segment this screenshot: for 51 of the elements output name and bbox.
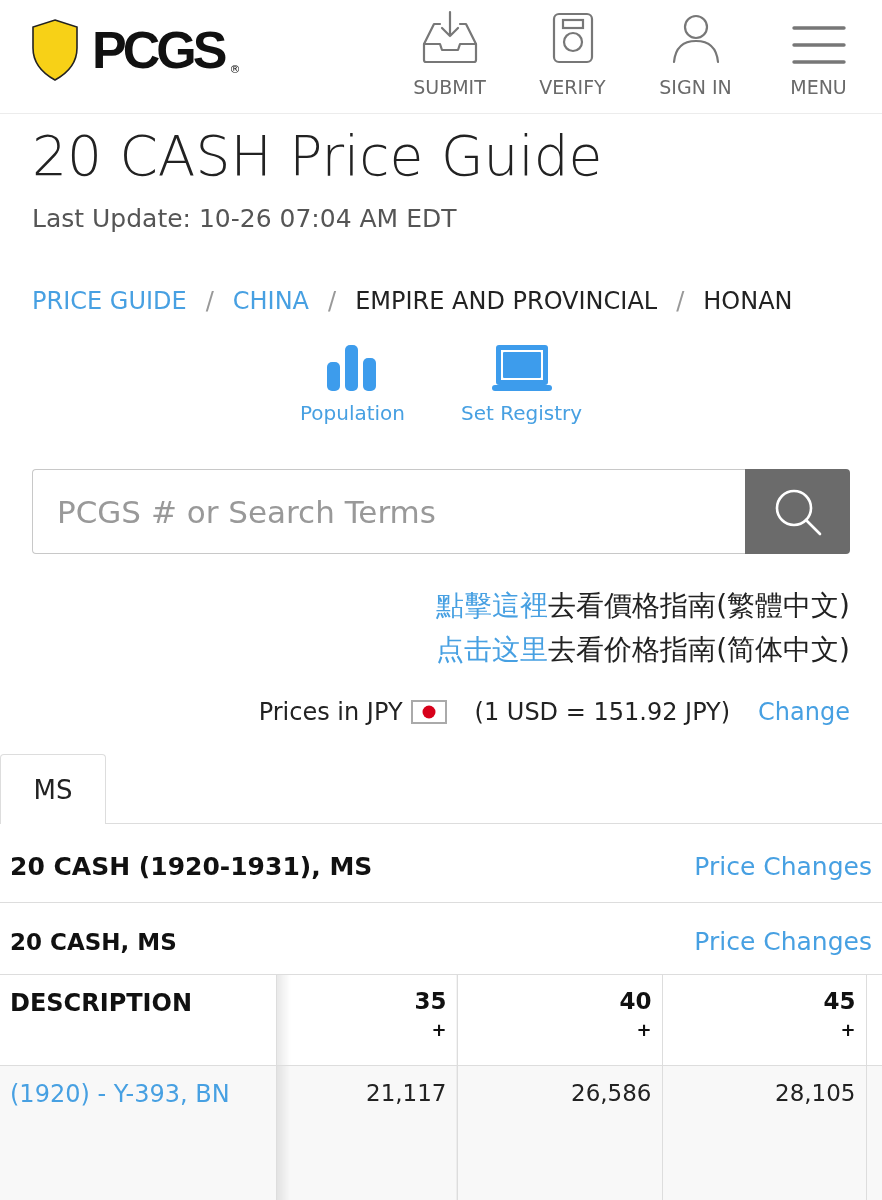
person-icon [671, 14, 720, 64]
nav-button[interactable]: SUBMIT [388, 0, 511, 104]
laptop-icon [491, 345, 552, 391]
nav-button[interactable]: VERIFY [511, 0, 634, 104]
header-cell: DESCRIPTION [0, 975, 276, 1065]
language-note: 點擊這裡去看價格指南(繁體中文) [436, 588, 850, 624]
quick-link[interactable]: Population [299, 345, 405, 425]
subgroup-title: 20 CASH, MS [10, 928, 177, 955]
inbox-icon [421, 10, 478, 64]
registered-mark: ® [229, 63, 241, 76]
table-cell: 21,117 [276, 1065, 457, 1200]
breadcrumb-separator: / [205, 287, 214, 315]
breadcrumb-item: HONAN [703, 287, 793, 315]
table-cell: 26,586 [457, 1065, 662, 1200]
quick-link[interactable]: Set Registry [461, 345, 583, 425]
currency-label: Prices in JPY [258, 698, 403, 726]
nav-button[interactable]: MENU [757, 0, 880, 104]
search-icon [773, 487, 822, 536]
language-link[interactable]: 點擊這裡 [436, 589, 549, 622]
exchange-rate: (1 USD = 151.92 JPY) [474, 698, 731, 726]
plus-label: + [839, 1018, 856, 1042]
plus-label: + [430, 1018, 447, 1042]
bar-chart-icon [327, 345, 378, 391]
tab[interactable]: MS [0, 754, 106, 824]
breadcrumb-separator: / [328, 287, 337, 315]
device-icon [551, 12, 594, 64]
price-changes-link[interactable]: Price Changes [694, 927, 872, 956]
last-update-text: Last Update: 10-26 07:04 AM EDT [32, 204, 458, 233]
flag-icon [410, 700, 447, 724]
grade-label: 45 [822, 987, 856, 1015]
price-changes-link[interactable]: Price Changes [694, 851, 872, 881]
change-link[interactable]: Change [758, 698, 850, 726]
breadcrumb-item: EMPIRE AND PROVINCIAL [355, 287, 658, 315]
search-field[interactable]: PCGS # or Search Terms [32, 469, 745, 554]
breadcrumb-link[interactable]: PRICE GUIDE [32, 287, 187, 315]
plus-label: + [635, 1018, 652, 1042]
table-cell: 28,105 [662, 1065, 866, 1200]
grade-label: 35 [413, 987, 447, 1015]
page-title: 20 CASH Price Guide [32, 124, 604, 188]
breadcrumb-link[interactable]: CHINA [232, 287, 310, 315]
language-note: 点击这里去看价格指南(简体中文) [436, 632, 850, 668]
breadcrumb-separator: / [676, 287, 685, 315]
language-link[interactable]: 点击这里 [436, 633, 549, 666]
search-button[interactable] [745, 469, 850, 554]
group-title: 20 CASH (1920-1931), MS [10, 851, 373, 881]
shield-icon [30, 18, 80, 82]
grade-label: 40 [618, 987, 652, 1015]
nav-button[interactable]: SIGN IN [634, 0, 757, 104]
menu-icon [791, 26, 846, 64]
logo-text: PCGS [92, 24, 224, 76]
coin-link[interactable]: (1920) - Y-393, BN [10, 1079, 230, 1108]
